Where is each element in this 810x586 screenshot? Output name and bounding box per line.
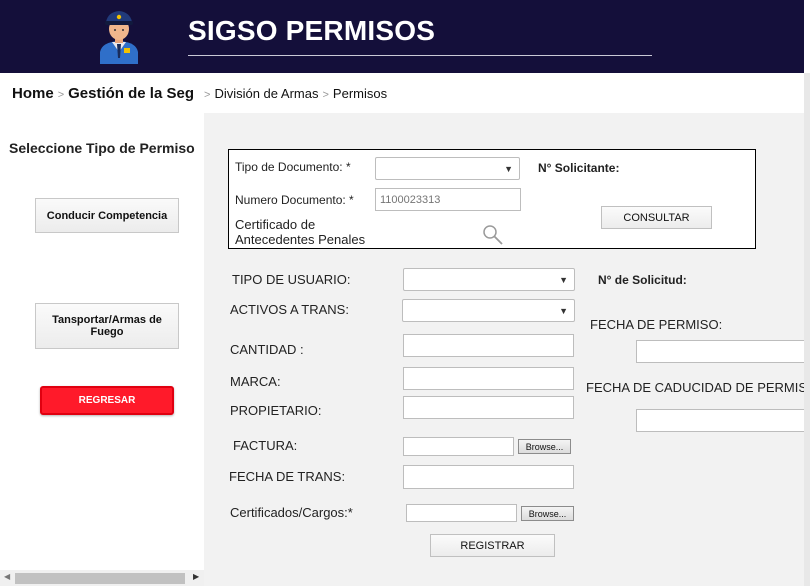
tipo-documento-select[interactable]: ▼ (375, 157, 520, 180)
breadcrumb-separator: > (322, 89, 329, 101)
solicitante-label: N° Solicitante: (538, 161, 620, 175)
marca-label: MARCA: (230, 374, 281, 389)
certificados-label: Certificados/Cargos:* (230, 505, 353, 520)
certificados-browse-button[interactable]: Browse... (521, 506, 574, 521)
breadcrumb-separator: > (57, 89, 65, 101)
registrar-button[interactable]: REGISTRAR (430, 534, 555, 557)
numero-documento-label: Numero Documento: * (235, 193, 354, 207)
breadcrumb-separator: > (204, 89, 211, 101)
tipo-usuario-label: TIPO DE USUARIO: (232, 272, 351, 287)
app-title: SIGSO PERMISOS (188, 15, 436, 46)
cantidad-label: CANTIDAD : (230, 342, 304, 357)
left-panel-title: Seleccione Tipo de Permiso (9, 140, 195, 156)
scroll-right-arrow-icon[interactable]: ▶ (193, 572, 199, 581)
num-solicitud-label: N° de Solicitud: (598, 273, 687, 287)
tipo-documento-label: Tipo de Documento: * (235, 160, 351, 174)
breadcrumb-division[interactable]: División de Armas (214, 86, 318, 101)
transportar-armas-button[interactable]: Tansportar/Armas de Fuego (35, 303, 179, 349)
vertical-scrollbar[interactable] (804, 73, 810, 586)
breadcrumb-gestion[interactable]: Gestión de la Seg (68, 85, 194, 102)
header-edge (804, 0, 810, 73)
search-icon[interactable] (482, 224, 504, 246)
fecha-caducidad-label: FECHA DE CADUCIDAD DE PERMISO: (586, 380, 804, 395)
dropdown-arrow-icon: ▼ (559, 275, 568, 285)
conducir-competencia-button[interactable]: Conducir Competencia (35, 198, 179, 233)
breadcrumb-tail: > División de Armas > Permisos (200, 86, 387, 101)
fecha-permiso-label: FECHA DE PERMISO: (590, 317, 723, 332)
factura-file-input[interactable] (403, 437, 514, 456)
marca-input[interactable] (403, 367, 574, 390)
activos-select[interactable]: ▼ (402, 299, 575, 322)
propietario-input[interactable] (403, 396, 574, 419)
scrollbar-thumb[interactable] (15, 573, 185, 584)
certificado-label-line2: Antecedentes Penales (235, 232, 366, 247)
dropdown-arrow-icon: ▼ (559, 306, 568, 316)
breadcrumb-home[interactable]: Home (12, 85, 54, 102)
fecha-trans-input[interactable] (403, 465, 574, 489)
scroll-left-arrow-icon[interactable]: ◀ (4, 572, 10, 581)
propietario-label: PROPIETARIO: (230, 403, 322, 418)
certificados-file-input[interactable] (406, 504, 517, 522)
consultar-button[interactable]: CONSULTAR (601, 206, 712, 229)
dropdown-arrow-icon: ▼ (504, 164, 513, 174)
cantidad-input[interactable] (403, 334, 574, 357)
fecha-permiso-input[interactable] (636, 340, 804, 363)
numero-documento-input[interactable] (375, 188, 521, 211)
regresar-button[interactable]: REGRESAR (40, 386, 174, 415)
fecha-caducidad-input[interactable] (636, 409, 804, 432)
certificado-label-line1: Certificado de (235, 217, 316, 232)
left-panel (0, 113, 204, 586)
factura-browse-button[interactable]: Browse... (518, 439, 571, 454)
breadcrumb-permisos[interactable]: Permisos (333, 86, 387, 101)
title-divider (188, 55, 652, 56)
activos-label: ACTIVOS A TRANS: (230, 302, 349, 317)
police-officer-icon (96, 8, 142, 64)
breadcrumb: Home > Gestión de la Seg (12, 85, 202, 102)
tipo-usuario-select[interactable]: ▼ (403, 268, 575, 291)
fecha-trans-label: FECHA DE TRANS: (229, 469, 346, 484)
factura-label: FACTURA: (233, 438, 298, 453)
